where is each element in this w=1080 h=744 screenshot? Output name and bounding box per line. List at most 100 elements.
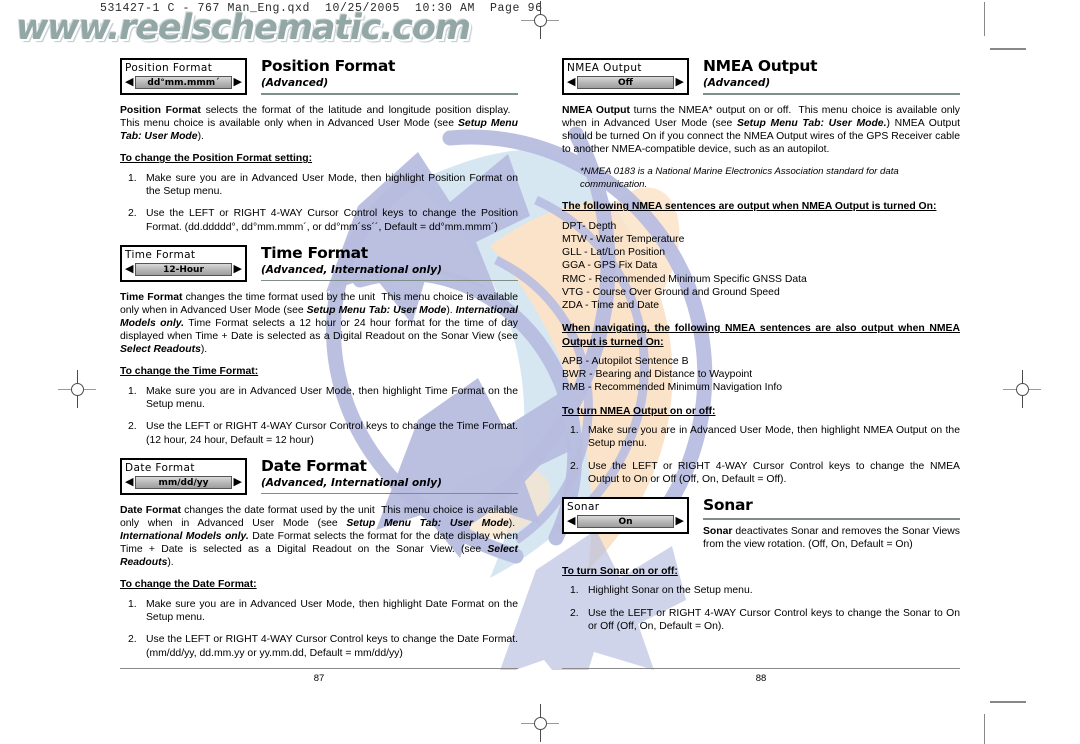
procedure-steps: Make sure you are in Advanced User Mode,… (120, 385, 518, 447)
menu-widget-time-format[interactable]: Time Format ◀ 12-Hour ▶ (120, 244, 247, 282)
right-page-column: NMEA Output ◀ Off ▶ NMEA Output (Advance… (562, 58, 960, 644)
left-page-footer: 87 (120, 668, 518, 684)
right-arrow-icon[interactable]: ▶ (234, 476, 242, 488)
nmea-sentences-heading: The following NMEA sentences are output … (562, 201, 937, 213)
procedure-heading: To change the Time Format: (120, 366, 259, 378)
procedure-heading: To turn NMEA Output on or off: (562, 405, 716, 417)
menu-widget-value: On (577, 515, 674, 529)
section-subtitle: (Advanced) (261, 77, 329, 89)
menu-widget-sonar[interactable]: Sonar ◀ On ▶ (562, 497, 689, 535)
list-item: RMB - Recommended Minimum Navigation Inf… (562, 382, 783, 394)
section-title-wrap: Sonar Sonar deactivates Sonar and remove… (703, 497, 960, 551)
list-item: MTW - Water Temperature (562, 233, 685, 245)
right-page-footer: 88 (562, 668, 960, 684)
right-arrow-icon[interactable]: ▶ (676, 77, 684, 88)
procedure-steps: Highlight Sonar on the Setup menu. Use th… (562, 584, 960, 633)
section-title-wrap: Time Format (Advanced, International onl… (261, 244, 518, 282)
left-arrow-icon[interactable]: ◀ (567, 77, 575, 88)
procedure-step: Make sure you are in Advanced User Mode,… (128, 598, 518, 624)
nmea-nav-sentences-heading: When navigating, the following NMEA sent… (562, 323, 960, 348)
section-intro-text: NMEA Output turns the NMEA* output on or… (562, 105, 961, 156)
procedure-heading: To turn Sonar on or off: (562, 565, 678, 577)
footer-divider (562, 668, 960, 669)
procedure-step: Highlight Sonar on the Setup menu. (570, 584, 753, 598)
procedure-steps: Make sure you are in Advanced User Mode,… (120, 172, 518, 234)
section-title: Sonar (703, 496, 753, 515)
section-subtitle: (Advanced, International only) (261, 476, 442, 489)
section-intro-text: Sonar deactivates Sonar and removes the … (703, 525, 960, 550)
procedure-step: Use the LEFT or RIGHT 4-WAY Cursor Contr… (570, 607, 960, 632)
crop-mark-bottom-right-vertical (984, 714, 985, 744)
section-nmea-output: NMEA Output ◀ Off ▶ NMEA Output (Advance… (562, 58, 960, 486)
right-arrow-icon[interactable]: ▶ (234, 263, 242, 275)
crop-mark-bottom-right-horizontal (990, 701, 1026, 703)
section-title-wrap: Date Format (Advanced, International onl… (261, 456, 518, 495)
section-date-format: Date Format ◀ mm/dd/yy ▶ Date Format (Ad… (120, 456, 519, 660)
menu-widget-date-format[interactable]: Date Format ◀ mm/dd/yy ▶ (120, 457, 247, 495)
section-position-format: Position Format ◀ dd°mm.mmm´ ▶ Position … (120, 58, 518, 234)
list-item: BWR - Bearing and Distance to Waypoint (562, 369, 753, 381)
section-title: NMEA Output (703, 57, 818, 75)
menu-widget-nmea-output[interactable]: NMEA Output ◀ Off ▶ (562, 58, 689, 95)
section-subtitle: (Advanced) (703, 77, 771, 89)
section-time-format: Time Format ◀ 12-Hour ▶ Time Format (Adv… (120, 244, 518, 447)
menu-widget-label: NMEA Output (567, 62, 642, 74)
section-divider (703, 518, 960, 520)
procedure-steps: Make sure you are in Advanced User Mode,… (562, 424, 960, 486)
menu-widget-value: dd°mm.mmm´ (135, 76, 232, 89)
list-item: DPT- Depth (562, 220, 617, 232)
left-arrow-icon[interactable]: ◀ (125, 263, 133, 275)
section-subtitle: (Advanced, International only) (261, 263, 442, 276)
list-item: ZDA - Time and Date (562, 300, 660, 311)
left-arrow-icon[interactable]: ◀ (125, 476, 133, 488)
section-header: NMEA Output ◀ Off ▶ NMEA Output (Advance… (562, 58, 960, 95)
nmea-nav-sentences-list: APB - Autopilot Sentence B BWR - Bearing … (562, 355, 960, 395)
left-arrow-icon[interactable]: ◀ (125, 77, 133, 88)
section-divider (703, 93, 960, 95)
menu-widget-value: mm/dd/yy (135, 475, 232, 489)
left-page-column: Position Format ◀ dd°mm.mmm´ ▶ Position … (120, 58, 518, 671)
procedure-step: Use the LEFT or RIGHT 4-WAY Cursor Contr… (128, 207, 518, 233)
procedure-step: Make sure you are in Advanced User Mode,… (128, 172, 518, 197)
right-arrow-icon[interactable]: ▶ (676, 516, 684, 527)
list-item: GLL - Lat/Lon Position (562, 247, 666, 259)
menu-widget-value-row[interactable]: ◀ Off ▶ (567, 76, 684, 89)
menu-widget-position-format[interactable]: Position Format ◀ dd°mm.mmm´ ▶ (120, 58, 247, 95)
section-header: Sonar ◀ On ▶ Sonar Sonar deactivates Son… (562, 497, 960, 551)
menu-widget-value-row[interactable]: ◀ On ▶ (567, 515, 684, 529)
procedure-step: Make sure you are in Advanced User Mode,… (128, 385, 518, 411)
list-item: APB - Autopilot Sentence B (562, 356, 689, 368)
section-intro-text: Date Format changes the date format used… (120, 504, 519, 569)
section-header: Position Format ◀ dd°mm.mmm´ ▶ Position … (120, 58, 518, 95)
section-divider (261, 492, 518, 495)
menu-widget-label: Sonar (567, 501, 600, 514)
menu-widget-value-row[interactable]: ◀ dd°mm.mmm´ ▶ (125, 76, 242, 89)
menu-widget-value: 12-Hour (135, 262, 232, 276)
procedure-steps: Make sure you are in Advanced User Mode,… (120, 598, 518, 660)
menu-widget-value: Off (577, 76, 674, 89)
procedure-step: Make sure you are in Advanced User Mode,… (570, 424, 960, 450)
section-divider (261, 279, 518, 282)
procedure-heading: To change the Position Format setting: (120, 153, 313, 165)
procedure-heading: To change the Date Format: (120, 579, 257, 591)
crop-mark-top-right-vertical (984, 2, 985, 36)
nmea-sentences-list: DPT- Depth MTW - Water Temperature GLL - L… (562, 220, 960, 312)
right-arrow-icon[interactable]: ▶ (234, 77, 242, 88)
nmea-footnote: *NMEA 0183 is a National Marine Electron… (580, 166, 899, 191)
registration-mark-right (1003, 370, 1041, 408)
page-number: 88 (755, 673, 767, 684)
page-number: 87 (313, 673, 325, 684)
section-title: Date Format (261, 456, 367, 475)
section-header: Date Format ◀ mm/dd/yy ▶ Date Format (Ad… (120, 456, 518, 495)
left-arrow-icon[interactable]: ◀ (567, 516, 575, 527)
menu-widget-value-row[interactable]: ◀ mm/dd/yy ▶ (125, 475, 242, 489)
section-title: Position Format (261, 57, 396, 75)
section-sonar: Sonar ◀ On ▶ Sonar Sonar deactivates Son… (562, 497, 960, 633)
menu-widget-value-row[interactable]: ◀ 12-Hour ▶ (125, 262, 242, 276)
registration-mark-bottom (521, 704, 559, 742)
footer-divider (120, 668, 518, 669)
procedure-step: Use the LEFT or RIGHT 4-WAY Cursor Contr… (570, 460, 960, 485)
menu-widget-label: Time Format (125, 248, 196, 261)
registration-mark-left (58, 370, 96, 408)
crop-mark-top-right-horizontal (990, 48, 1026, 50)
